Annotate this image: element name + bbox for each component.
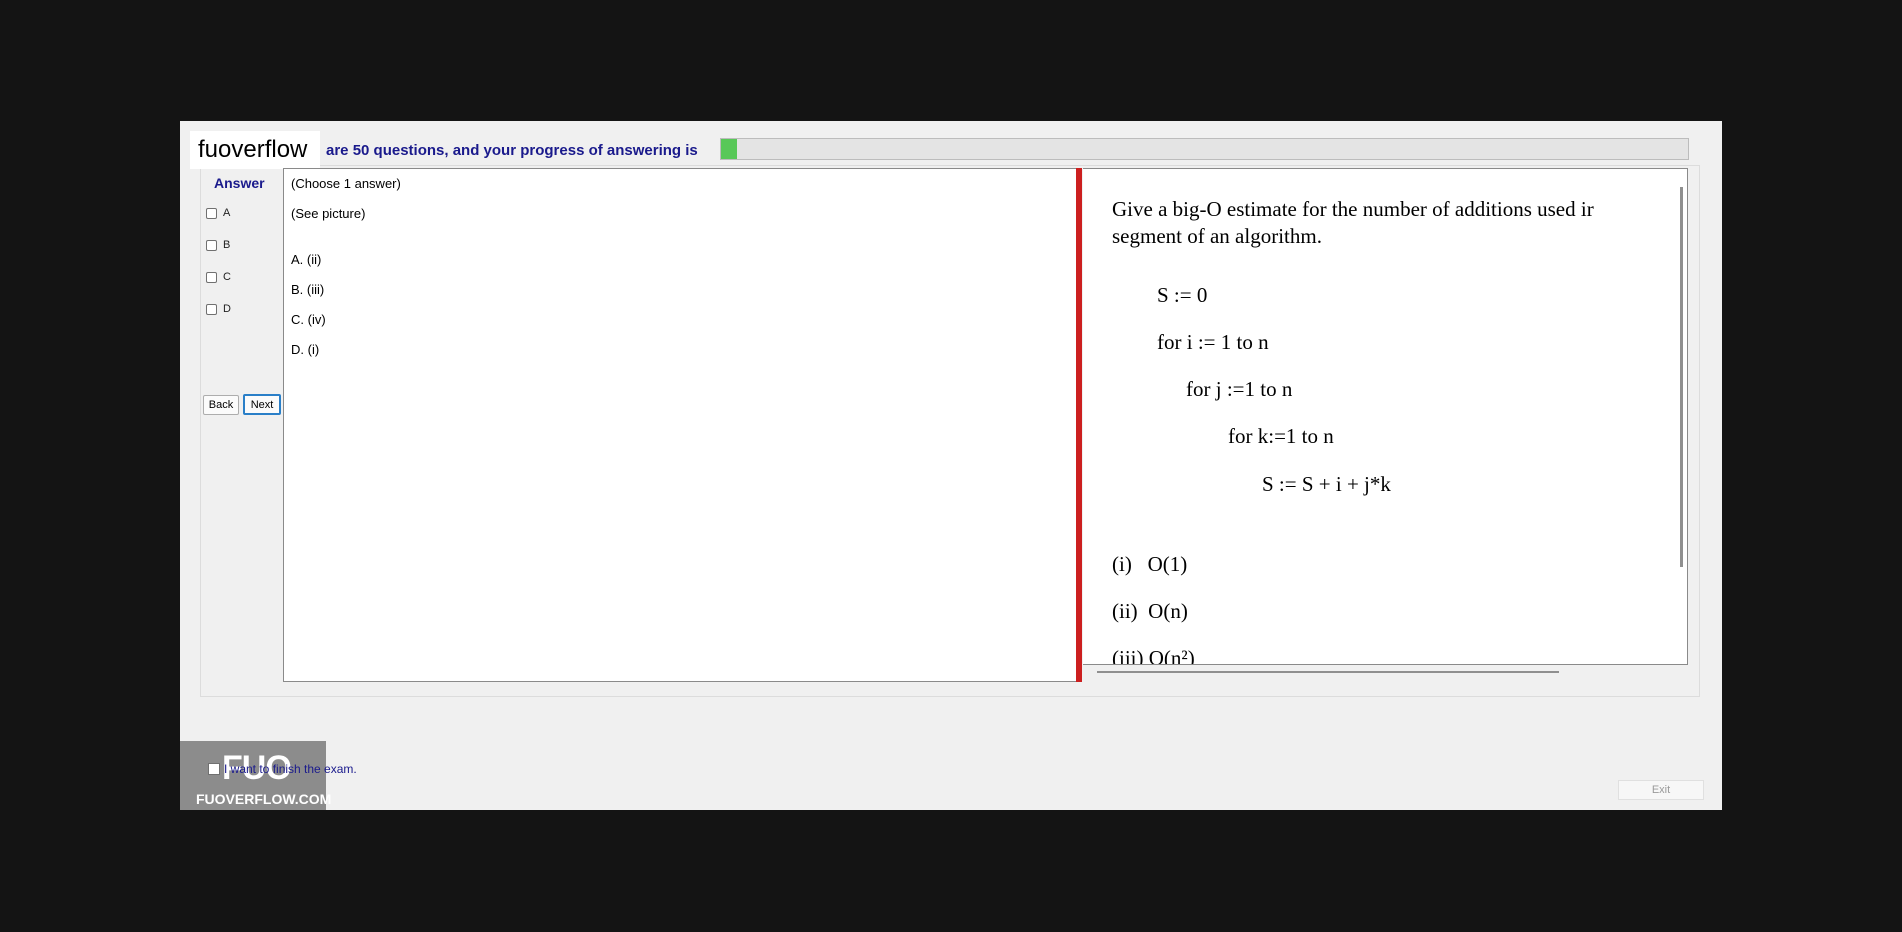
picture-option-2: (ii) O(n) — [1112, 599, 1188, 623]
pane-splitter[interactable] — [1076, 168, 1082, 682]
exam-window: fuoverflow are 50 questions, and your pr… — [180, 121, 1722, 810]
brand-watermark: fuoverflow — [190, 131, 320, 169]
horizontal-scrollbar[interactable] — [1097, 671, 1559, 673]
choice-c: C. (iv) — [291, 312, 326, 327]
checkbox-b[interactable] — [206, 239, 217, 251]
vertical-scrollbar[interactable] — [1680, 187, 1683, 567]
answer-option-b[interactable]: B — [206, 239, 230, 251]
logo-site: FUOVERFLOW.COM — [196, 791, 332, 807]
progress-bar — [720, 138, 1689, 160]
next-button[interactable]: Next — [243, 394, 281, 415]
checkbox-c[interactable] — [206, 271, 217, 283]
choice-b: B. (iii) — [291, 282, 325, 297]
progress-fill — [721, 139, 738, 159]
answer-panel: Answer — [200, 165, 270, 191]
checkbox-d[interactable] — [206, 303, 217, 315]
picture-pane: Give a big-O estimate for the number of … — [1083, 168, 1688, 665]
answer-option-a[interactable]: A — [206, 207, 230, 219]
exit-button[interactable]: Exit — [1618, 780, 1704, 800]
question-see-picture: (See picture) — [291, 206, 366, 221]
answer-option-c[interactable]: C — [206, 271, 231, 283]
answer-option-label: A — [223, 207, 231, 219]
question-pane: (Choose 1 answer) (See picture) A. (ii) … — [283, 168, 1077, 682]
progress-text: are 50 questions, and your progress of a… — [326, 142, 698, 159]
finish-checkbox[interactable] — [208, 763, 220, 775]
finish-label: I want to finish the exam. — [224, 762, 357, 776]
finish-exam-checkbox[interactable]: I want to finish the exam. — [208, 762, 357, 776]
answer-option-d[interactable]: D — [206, 303, 231, 315]
code-line-2: for i := 1 to n — [1157, 330, 1269, 354]
answer-option-label: B — [223, 239, 231, 251]
picture-option-1: (i) O(1) — [1112, 552, 1188, 576]
picture-line-2: segment of an algorithm. — [1112, 224, 1322, 248]
code-line-4: for k:=1 to n — [1228, 424, 1334, 448]
choice-d: D. (i) — [291, 342, 320, 357]
back-button[interactable]: Back — [203, 395, 239, 415]
answer-title: Answer — [214, 175, 265, 191]
code-line-3: for j :=1 to n — [1186, 377, 1293, 401]
code-line-5: S := S + i + j*k — [1262, 472, 1391, 496]
answer-option-label: D — [223, 303, 231, 315]
code-line-1: S := 0 — [1157, 283, 1208, 307]
question-instruction: (Choose 1 answer) — [291, 176, 401, 191]
choice-a: A. (ii) — [291, 252, 322, 267]
answer-option-label: C — [223, 271, 231, 283]
picture-line-1: Give a big-O estimate for the number of … — [1112, 197, 1594, 221]
picture-option-3: (iii) O(n²) — [1112, 646, 1195, 665]
checkbox-a[interactable] — [206, 207, 217, 219]
